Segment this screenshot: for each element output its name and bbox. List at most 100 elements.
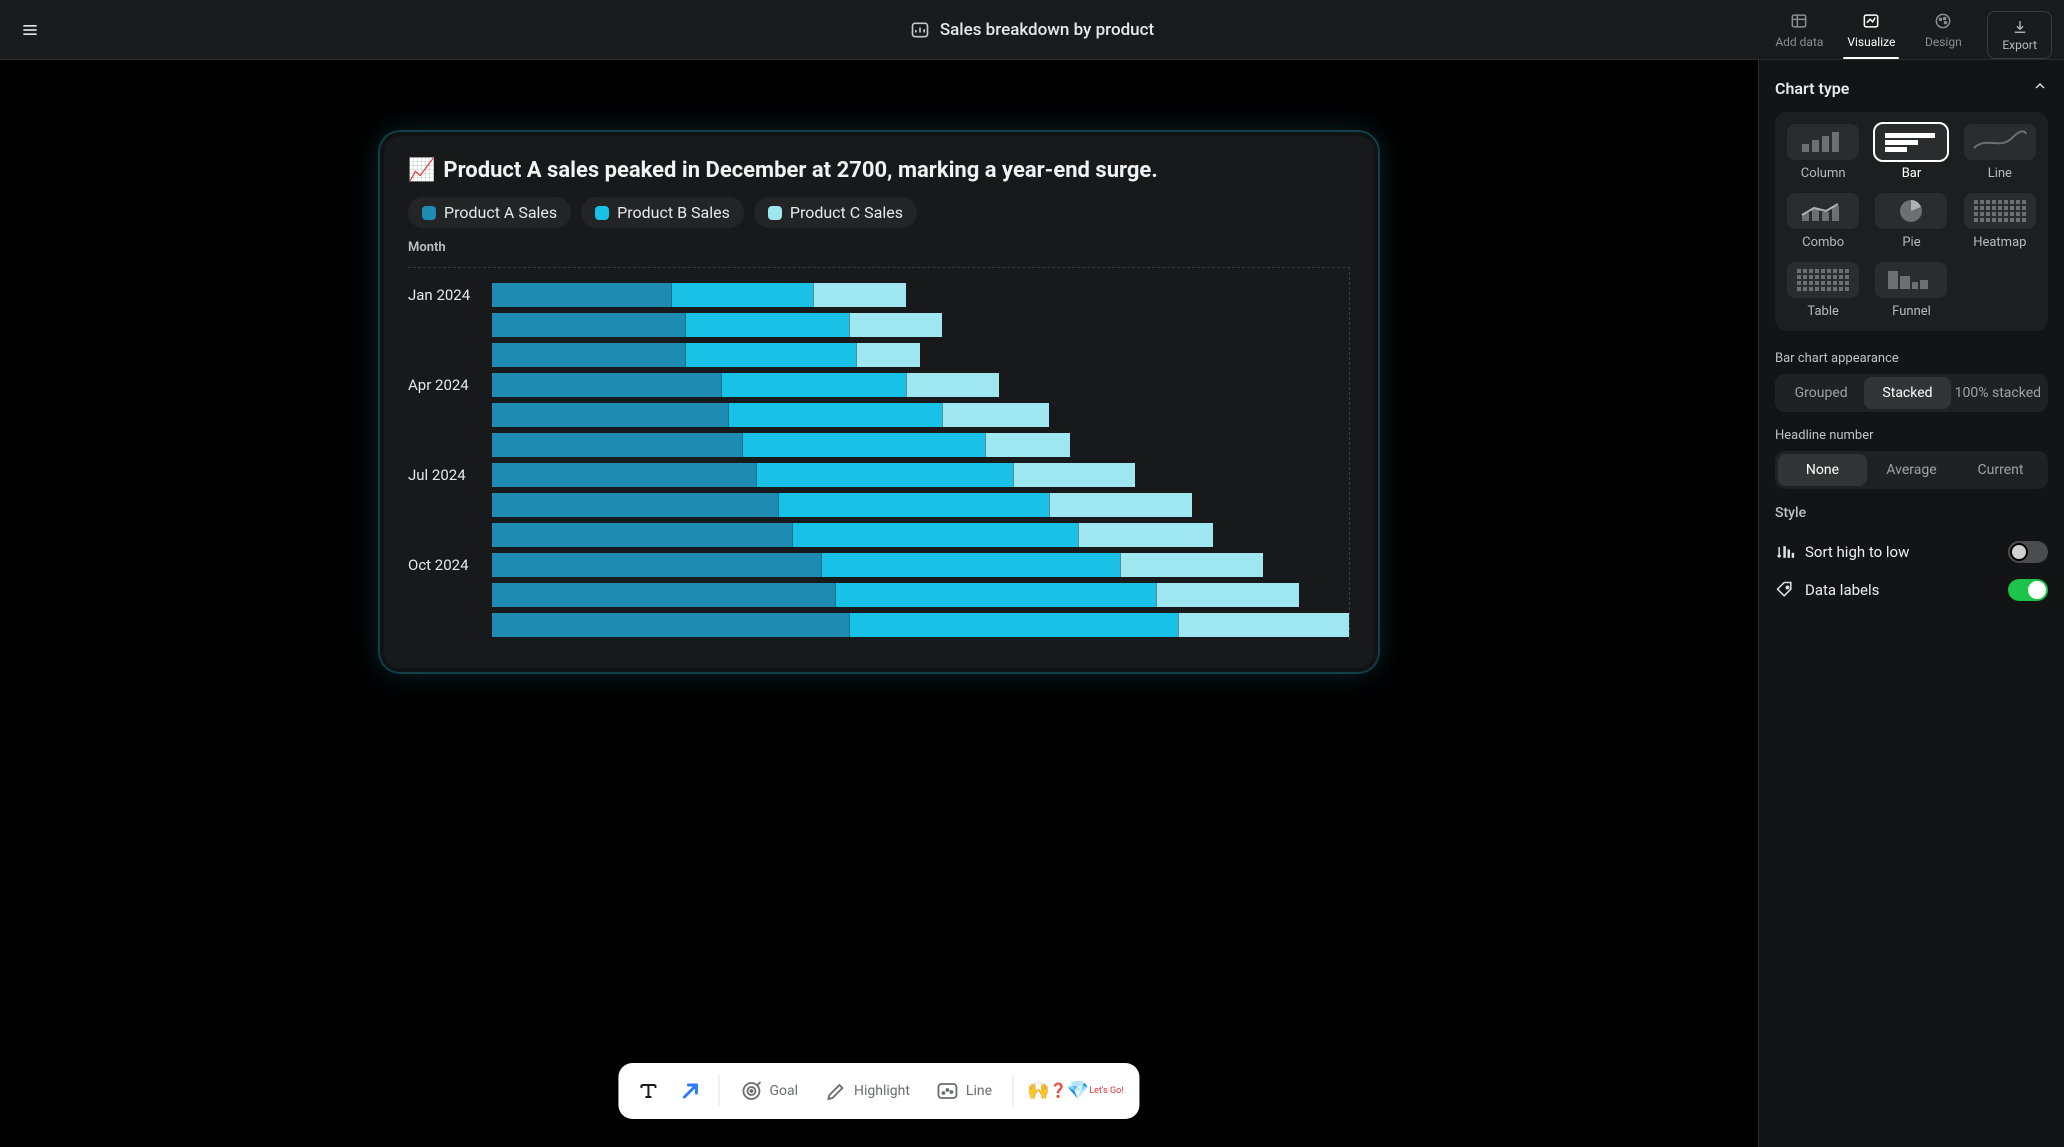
bar-track — [492, 493, 1349, 517]
target-icon — [739, 1079, 763, 1103]
bar-segment[interactable] — [492, 523, 792, 547]
appearance-option-100-stacked[interactable]: 100% stacked — [1951, 377, 2045, 409]
chart-type-section-header[interactable]: Chart type — [1775, 78, 2048, 98]
legend-item[interactable]: Product B Sales — [581, 197, 744, 228]
bar-segment[interactable] — [685, 313, 849, 337]
tab-design[interactable]: Design — [1907, 0, 1979, 59]
sort-toggle-row: Sort high to low — [1775, 533, 2048, 571]
bar-segment[interactable] — [849, 613, 1178, 637]
chart-type-combo[interactable]: Combo — [1787, 193, 1859, 250]
tab-visualize[interactable]: Visualize — [1835, 0, 1907, 59]
bar-segment[interactable] — [742, 433, 985, 457]
data-labels-toggle[interactable] — [2008, 579, 2048, 601]
bar-track — [492, 403, 1349, 427]
bar-segment[interactable] — [1013, 463, 1134, 487]
chart-type-table[interactable]: Table — [1787, 262, 1859, 319]
export-label: Export — [2002, 38, 2037, 52]
headline-option-average[interactable]: Average — [1867, 454, 1956, 486]
bar-segment[interactable] — [849, 313, 942, 337]
menu-button[interactable] — [12, 12, 48, 48]
sticker-icon: Let's Go! — [1089, 1087, 1123, 1096]
bar-segment[interactable] — [1049, 493, 1192, 517]
bar-segment[interactable] — [1078, 523, 1214, 547]
bar-segment[interactable] — [492, 313, 685, 337]
page-title-text: Sales breakdown by product — [940, 20, 1154, 40]
highlight-label: Highlight — [854, 1083, 910, 1099]
arrow-tool-button[interactable] — [672, 1073, 708, 1109]
bar-segment[interactable] — [492, 373, 721, 397]
bar-segment[interactable] — [492, 403, 728, 427]
text-tool-button[interactable] — [630, 1073, 666, 1109]
legend-label: Product C Sales — [790, 203, 903, 222]
line-tool-button[interactable]: Line — [926, 1071, 1002, 1111]
headline-option-none[interactable]: None — [1778, 454, 1867, 486]
chart-type-heatmap[interactable]: Heatmap — [1964, 193, 2036, 250]
inspector-sidebar: Chart type Column Bar — [1758, 60, 2064, 1147]
sticker-tool-button[interactable]: 🙌 ❓ 💎 Let's Go! — [1023, 1082, 1128, 1100]
bar-segment[interactable] — [906, 373, 999, 397]
bar-segment[interactable] — [492, 553, 821, 577]
bar-segment[interactable] — [756, 463, 1013, 487]
bar-segment[interactable] — [821, 553, 1121, 577]
bar-chart-icon — [1875, 124, 1947, 160]
chart-card[interactable]: 📈 Product A sales peaked in December at … — [380, 132, 1378, 672]
bar-segment[interactable] — [728, 403, 942, 427]
toolbar-separator — [1012, 1075, 1013, 1107]
bar-track — [492, 523, 1349, 547]
bar-segment[interactable] — [492, 433, 742, 457]
legend-label: Product B Sales — [617, 203, 730, 222]
sort-toggle[interactable] — [2008, 541, 2048, 563]
legend-label: Product A Sales — [444, 203, 557, 222]
bar-segment[interactable] — [778, 493, 1049, 517]
export-button[interactable]: Export — [1987, 11, 2052, 59]
heatmap-icon — [1964, 193, 2036, 229]
bar-track — [492, 283, 1349, 307]
bar-segment[interactable] — [492, 613, 849, 637]
bar-segment[interactable] — [835, 583, 1156, 607]
chart-plot-area: Jan 2024Apr 2024Jul 2024Oct 2024 — [408, 267, 1350, 640]
arrow-icon — [678, 1079, 702, 1103]
bar-segment[interactable] — [671, 283, 814, 307]
chart-legend: Product A Sales Product B Sales Product C … — [408, 197, 1350, 228]
bar-track — [492, 613, 1349, 637]
bar-track — [492, 343, 1349, 367]
type-label: Bar — [1902, 166, 1922, 181]
bar-segment[interactable] — [1120, 553, 1263, 577]
headline-option-current[interactable]: Current — [1956, 454, 2045, 486]
type-label: Column — [1801, 166, 1846, 181]
chart-type-bar[interactable]: Bar — [1875, 124, 1947, 181]
legend-item[interactable]: Product C Sales — [754, 197, 917, 228]
chart-type-line[interactable]: Line — [1964, 124, 2036, 181]
bar-segment[interactable] — [813, 283, 906, 307]
bar-row — [408, 400, 1349, 430]
bar-segment[interactable] — [1156, 583, 1299, 607]
chart-title-text: Product A sales peaked in December at 27… — [443, 158, 1157, 183]
bar-segment[interactable] — [492, 493, 778, 517]
bar-segment[interactable] — [792, 523, 1078, 547]
bar-segment[interactable] — [492, 283, 671, 307]
bar-segment[interactable] — [856, 343, 920, 367]
bar-segment[interactable] — [721, 373, 907, 397]
appearance-option-grouped[interactable]: Grouped — [1778, 377, 1864, 409]
highlight-tool-button[interactable]: Highlight — [814, 1071, 920, 1111]
bar-segment[interactable] — [985, 433, 1071, 457]
bar-segment[interactable] — [492, 463, 756, 487]
bar-segment[interactable] — [1178, 613, 1349, 637]
bar-segment[interactable] — [492, 583, 835, 607]
bar-segment[interactable] — [492, 343, 685, 367]
appearance-option-stacked[interactable]: Stacked — [1864, 377, 1950, 409]
sticker-icon: 🙌 — [1027, 1082, 1049, 1100]
bar-segment[interactable] — [942, 403, 1049, 427]
chart-type-pie[interactable]: Pie — [1875, 193, 1947, 250]
bar-row: Jan 2024 — [408, 280, 1349, 310]
chart-type-funnel[interactable]: Funnel — [1875, 262, 1947, 319]
bar-segment[interactable] — [685, 343, 856, 367]
bar-row: Apr 2024 — [408, 370, 1349, 400]
sort-label: Sort high to low — [1805, 543, 1998, 561]
line-label: Line — [966, 1083, 992, 1099]
legend-item[interactable]: Product A Sales — [408, 197, 571, 228]
chart-type-column[interactable]: Column — [1787, 124, 1859, 181]
goal-tool-button[interactable]: Goal — [729, 1071, 808, 1111]
tab-add-data[interactable]: Add data — [1763, 0, 1835, 59]
canvas-area[interactable]: 📈 Product A sales peaked in December at … — [0, 60, 1758, 1147]
